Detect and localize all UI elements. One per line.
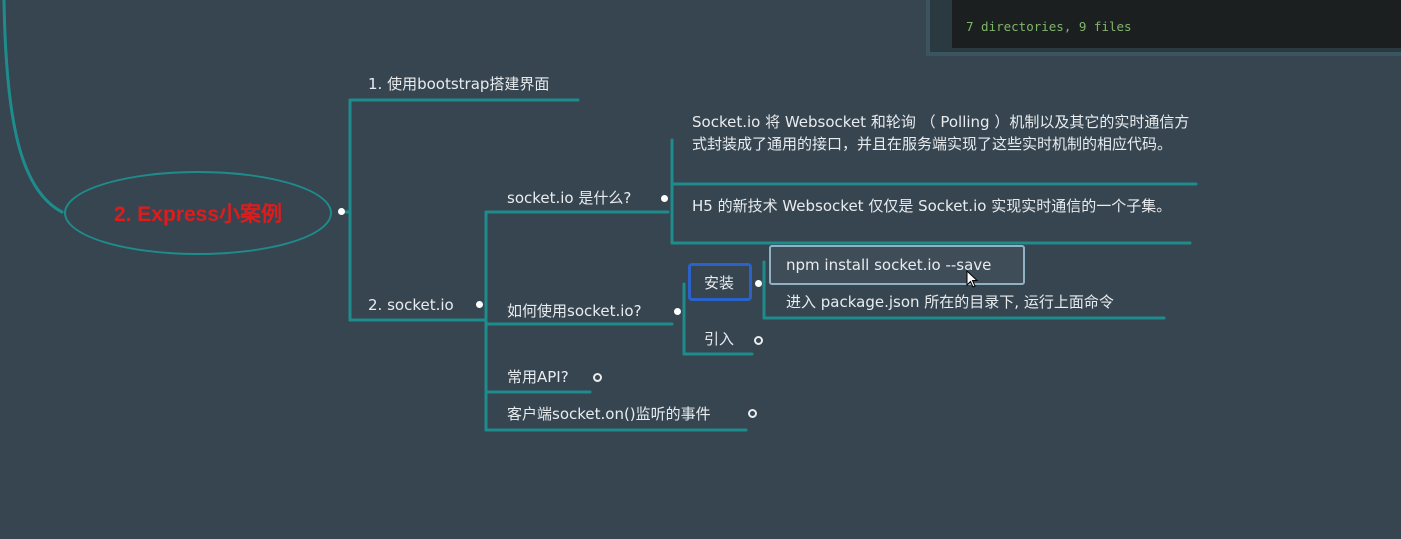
branch-socketio-dot[interactable] (476, 301, 483, 308)
terminal-window: 7 directories, 9 files (926, 0, 1401, 56)
mouse-cursor-icon (966, 270, 979, 288)
root-node[interactable]: 2. Express小案例 (64, 171, 332, 255)
node-client-events[interactable]: 客户端socket.on()监听的事件 (507, 403, 711, 425)
node-what-is[interactable]: socket.io 是什么? (507, 187, 631, 209)
branch-bootstrap[interactable]: 1. 使用bootstrap搭建界面 (368, 73, 549, 95)
branch-socketio[interactable]: 2. socket.io (368, 294, 454, 316)
node-common-api-expand-icon[interactable] (593, 373, 602, 382)
node-import-expand-icon[interactable] (754, 336, 763, 345)
node-what-desc-2[interactable]: H5 的新技术 Websocket 仅仅是 Socket.io 实现实时通信的一… (692, 195, 1192, 217)
root-label: 2. Express小案例 (113, 203, 283, 226)
node-common-api[interactable]: 常用API? (507, 366, 569, 388)
node-install-dot[interactable] (755, 280, 762, 287)
node-npm-command[interactable]: npm install socket.io --save (786, 254, 991, 276)
node-how-to-use[interactable]: 如何使用socket.io? (507, 300, 642, 322)
terminal-body: 7 directories, 9 files (952, 0, 1401, 48)
node-npm-note[interactable]: 进入 package.json 所在的目录下, 运行上面命令 (786, 291, 1114, 313)
node-what-is-dot[interactable] (661, 195, 668, 202)
node-what-desc-1[interactable]: Socket.io 将 Websocket 和轮询 （ Polling ）机制以… (692, 111, 1192, 155)
node-import[interactable]: 引入 (704, 328, 734, 350)
terminal-output: 7 directories, 9 files (966, 19, 1132, 34)
node-client-events-expand-icon[interactable] (748, 409, 757, 418)
node-install[interactable]: 安装 (704, 272, 734, 294)
node-how-to-use-dot[interactable] (674, 308, 681, 315)
root-collapse-dot[interactable] (338, 208, 345, 215)
